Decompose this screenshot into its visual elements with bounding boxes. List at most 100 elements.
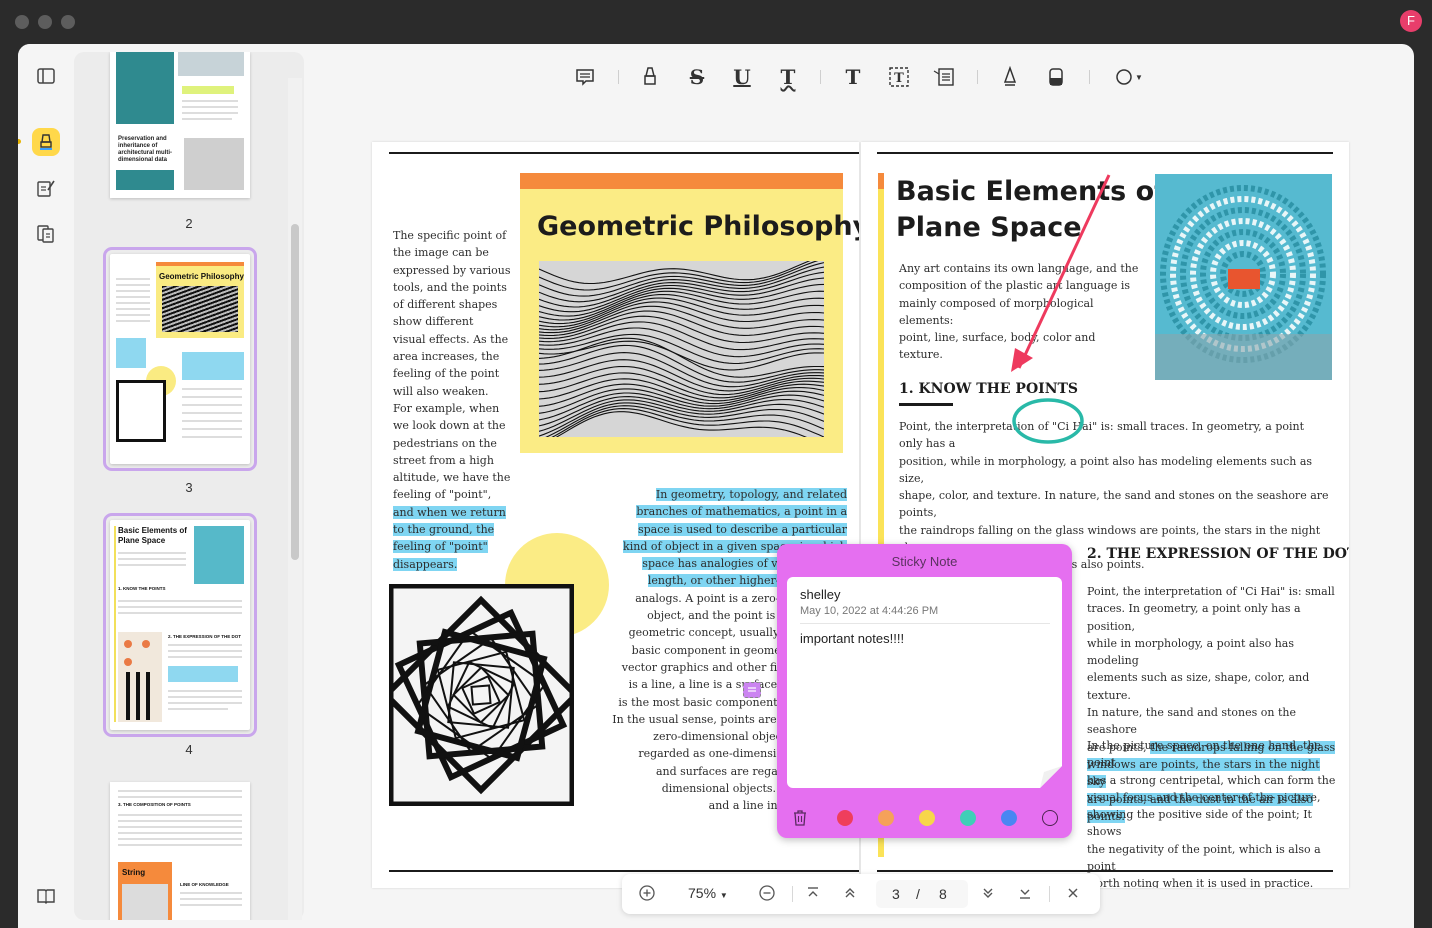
- previous-page-button[interactable]: [843, 885, 857, 904]
- thumbnail-title: Geometric Philosophy: [159, 272, 244, 281]
- heading-underline: [899, 403, 953, 406]
- window-titlebar: F: [0, 0, 1432, 44]
- close-navigation-button[interactable]: [1066, 885, 1080, 904]
- double-chevron-up-icon: [845, 888, 855, 898]
- text-line: street from a high: [393, 453, 494, 467]
- current-page-input[interactable]: 3: [892, 886, 900, 902]
- zoom-out-icon: [759, 885, 775, 901]
- window-zoom-button[interactable]: [61, 15, 75, 29]
- textbox-tool-button[interactable]: T: [886, 64, 912, 90]
- eraser-tool-button[interactable]: [1043, 64, 1069, 90]
- last-page-icon: [1020, 889, 1030, 899]
- color-swatch-yellow[interactable]: [919, 810, 935, 826]
- thumbnail-image: [118, 632, 162, 722]
- underline-icon: U: [733, 65, 751, 89]
- strikethrough-icon: S: [689, 65, 705, 89]
- highlight-tool-button[interactable]: [637, 64, 663, 90]
- text-line: pedestrians on the: [393, 436, 497, 450]
- thumbnail-page-2[interactable]: Preservation and inheritance of architec…: [110, 52, 250, 198]
- page-separator: /: [916, 886, 920, 902]
- first-page-icon: [808, 887, 818, 897]
- thumbnail-page-3[interactable]: Geometric Philosophy: [103, 247, 257, 471]
- section-3-paragraph: In the picture space, on the one hand, t…: [1087, 737, 1337, 888]
- pages-icon: [37, 225, 54, 243]
- book-icon: [37, 889, 55, 904]
- textbox-icon: T: [889, 67, 909, 87]
- squiggly-tool-button[interactable]: T: [775, 64, 801, 90]
- thumbnail-page-number: 2: [185, 216, 193, 231]
- next-page-button[interactable]: [981, 885, 995, 904]
- color-swatch-purple-selected[interactable]: [1042, 810, 1058, 826]
- text-line: tools, and the points: [393, 280, 507, 294]
- text-line: disappears.: [393, 556, 518, 573]
- thumbnail-highlight: [182, 86, 234, 94]
- thumbnail-page-number: 4: [185, 742, 193, 757]
- text-callout-tool-button[interactable]: [931, 64, 957, 90]
- text-tool-button[interactable]: T: [840, 64, 866, 90]
- edit-mode-button[interactable]: [32, 174, 60, 202]
- thumbnail-page-5[interactable]: 3. THE COMPOSITION OF POINTS String LINE…: [110, 782, 250, 920]
- text-line: elements such as size, shape, color, and…: [1087, 671, 1310, 702]
- text-line: visual focus and the center of the pictu…: [1087, 790, 1321, 804]
- color-swatch-orange[interactable]: [878, 810, 894, 826]
- strikethrough-tool-button[interactable]: S: [684, 64, 710, 90]
- comment-mode-button[interactable]: [32, 128, 60, 156]
- highlighted-text: branches of mathematics, a point in a: [636, 505, 847, 519]
- zoom-out-button[interactable]: [758, 884, 776, 905]
- circle-annotation[interactable]: [1011, 397, 1085, 445]
- color-swatch-red[interactable]: [837, 810, 853, 826]
- user-avatar[interactable]: F: [1400, 10, 1422, 32]
- section-heading-1: 1. KNOW THE POINTS: [899, 381, 1079, 397]
- thumbnail-page-4[interactable]: Basic Elements of Plane Space 1. KNOW TH…: [103, 513, 257, 737]
- note-tool-button[interactable]: [572, 64, 598, 90]
- first-page-button[interactable]: [806, 885, 820, 904]
- underline-tool-button[interactable]: U: [729, 64, 755, 90]
- color-swatch-teal[interactable]: [960, 810, 976, 826]
- thumbnail-title: Basic Elements of Plane Space: [118, 526, 187, 545]
- page-curl-icon: [1040, 766, 1062, 788]
- text-line: space is used to describe a particular: [598, 521, 847, 538]
- title-block: Geometric Philosophy: [520, 173, 859, 453]
- window-close-button[interactable]: [15, 15, 29, 29]
- text-callout-icon: [933, 68, 954, 86]
- color-swatch-blue[interactable]: [1001, 810, 1017, 826]
- delete-note-button[interactable]: [793, 810, 807, 831]
- organize-pages-button[interactable]: [32, 220, 60, 248]
- zoom-in-button[interactable]: [638, 884, 656, 905]
- concentric-arches-photo: [1155, 174, 1332, 380]
- text-line: branches of mathematics, a point in a: [598, 503, 847, 520]
- last-page-button[interactable]: [1018, 885, 1032, 904]
- reader-mode-button[interactable]: [32, 882, 60, 910]
- arrow-annotation[interactable]: [1001, 172, 1121, 382]
- eraser-icon: [1049, 68, 1063, 86]
- close-icon: [1068, 888, 1078, 898]
- text-line: shape, color, and texture. In nature, th…: [899, 489, 1329, 520]
- thumbnail-heading: 3. THE COMPOSITION OF POINTS: [118, 802, 191, 807]
- text-line: In geometry, topology, and related: [598, 486, 847, 503]
- page-number-field[interactable]: 3 / 8: [876, 880, 968, 908]
- pencil-tool-button[interactable]: [997, 64, 1023, 90]
- thumbnail-image: [116, 170, 174, 190]
- zoom-level-dropdown[interactable]: 75% ▼: [688, 885, 728, 901]
- highlighted-text: to the ground, the: [393, 523, 495, 537]
- sticky-note-popup[interactable]: Sticky Note shelley May 10, 2022 at 4:44…: [777, 544, 1072, 838]
- note-body-textarea[interactable]: important notes!!!!: [800, 631, 1050, 751]
- thumbnail-scrollbar-thumb[interactable]: [291, 224, 299, 560]
- divider: [800, 623, 1050, 624]
- active-mode-indicator: [18, 139, 21, 144]
- page-accent-bar-top: [878, 173, 884, 189]
- text-line: show different: [393, 315, 474, 329]
- text-line: feeling of the point: [393, 367, 500, 381]
- text-line: will also weaken.: [393, 384, 489, 398]
- note-author: shelley: [800, 587, 841, 602]
- circle-shape-icon: [1116, 69, 1132, 85]
- sticky-note-header: Sticky Note: [891, 554, 958, 569]
- shape-tool-dropdown[interactable]: ▼: [1112, 64, 1146, 90]
- window-minimize-button[interactable]: [38, 15, 52, 29]
- sticky-note-marker[interactable]: [743, 682, 761, 698]
- zoom-level-value: 75%: [688, 885, 717, 901]
- text-line: For example, when: [393, 401, 500, 415]
- highlighted-text: disappears.: [393, 557, 458, 571]
- toggle-sidebar-button[interactable]: [32, 62, 60, 90]
- page-title: Geometric Philosophy: [537, 211, 859, 242]
